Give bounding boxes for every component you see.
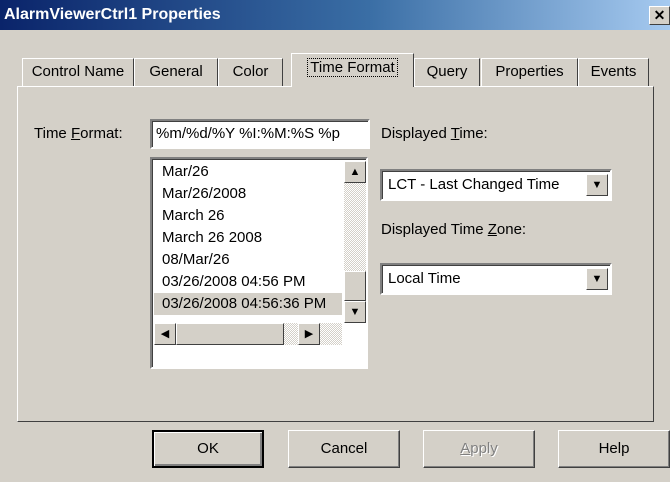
list-items: Mar/26 Mar/26/2008 March 26 March 26 200… (154, 161, 342, 315)
help-button[interactable]: Help (558, 430, 670, 468)
tab-general[interactable]: General (134, 58, 218, 86)
displayed-time-zone-value: Local Time (388, 270, 461, 287)
list-item[interactable]: Mar/26 (154, 161, 342, 183)
time-zone-dropdown-button[interactable]: ▼ (586, 268, 608, 290)
displayed-time-select[interactable]: LCT - Last Changed Time ▼ (380, 169, 612, 201)
tab-label: Events (590, 63, 637, 80)
ok-button[interactable]: OK (152, 430, 264, 468)
arrow-right-icon: ▶ (304, 328, 314, 340)
arrow-up-icon: ▲ (349, 166, 361, 178)
close-icon: ✕ (653, 7, 666, 23)
tab-properties[interactable]: Properties (481, 58, 578, 86)
chevron-down-icon: ▼ (591, 179, 603, 191)
window-title: AlarmViewerCtrl1 Properties (4, 6, 221, 23)
time-format-list[interactable]: Mar/26 Mar/26/2008 March 26 March 26 200… (150, 157, 368, 369)
time-format-value: %m/%d/%Y %I:%M:%S %p (156, 125, 340, 142)
close-button[interactable]: ✕ (649, 6, 670, 25)
list-item[interactable]: March 26 2008 (154, 227, 342, 249)
tab-query[interactable]: Query (414, 58, 480, 86)
tab-label: Control Name (31, 63, 125, 80)
tab-events[interactable]: Events (578, 58, 649, 86)
displayed-time-value: LCT - Last Changed Time (388, 176, 560, 193)
vertical-scroll-thumb[interactable] (344, 271, 366, 301)
horizontal-scroll-thumb[interactable] (176, 323, 284, 345)
tab-color[interactable]: Color (218, 58, 283, 86)
time-format-label: Time Format: (34, 125, 123, 142)
arrow-down-icon: ▼ (349, 306, 361, 318)
tab-label: Color (232, 63, 269, 80)
scroll-right-button[interactable]: ▶ (298, 323, 320, 345)
tab-time-format[interactable]: Time Format (291, 53, 414, 87)
tab-label: General (149, 63, 203, 80)
scroll-down-button[interactable]: ▼ (344, 301, 366, 323)
displayed-time-label: Displayed Time: (381, 125, 488, 142)
tab-panel: Time Format: %m/%d/%Y %I:%M:%S %p Mar/26… (17, 86, 654, 422)
chevron-down-icon: ▼ (591, 273, 603, 285)
arrow-left-icon: ◀ (160, 328, 170, 340)
list-item[interactable]: Mar/26/2008 (154, 183, 342, 205)
list-item[interactable]: 08/Mar/26 (154, 249, 342, 271)
displayed-time-dropdown-button[interactable]: ▼ (586, 174, 608, 196)
properties-dialog: AlarmViewerCtrl1 Properties ✕ Control Na… (0, 0, 670, 482)
apply-button[interactable]: Apply (423, 430, 535, 468)
time-format-input[interactable]: %m/%d/%Y %I:%M:%S %p (150, 119, 370, 149)
tab-label: Properties (495, 63, 564, 80)
list-item[interactable]: March 26 (154, 205, 342, 227)
title-bar[interactable]: AlarmViewerCtrl1 Properties ✕ (0, 0, 670, 30)
scroll-up-button[interactable]: ▲ (344, 161, 366, 183)
list-item-selected[interactable]: 03/26/2008 04:56:36 PM (154, 293, 342, 315)
tab-control-name[interactable]: Control Name (22, 58, 134, 86)
tab-label: Time Format (307, 58, 398, 77)
displayed-time-zone-label: Displayed Time Zone: (381, 221, 527, 238)
displayed-time-zone-select[interactable]: Local Time ▼ (380, 263, 612, 295)
list-item[interactable]: 03/26/2008 04:56 PM (154, 271, 342, 293)
scroll-left-button[interactable]: ◀ (154, 323, 176, 345)
tab-label: Query (426, 63, 468, 80)
cancel-button[interactable]: Cancel (288, 430, 400, 468)
